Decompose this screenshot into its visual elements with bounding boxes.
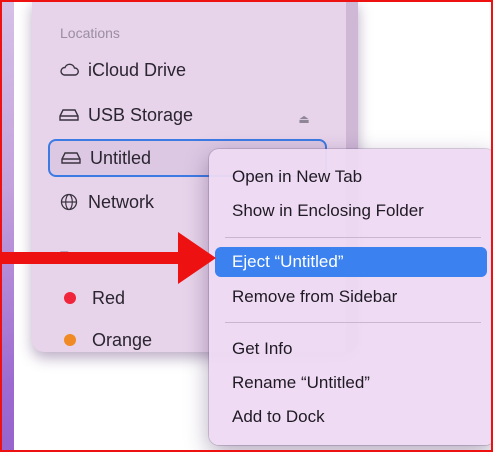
menu-item-open-in-new-tab[interactable]: Open in New Tab xyxy=(215,162,487,192)
context-menu: Open in New Tab Show in Enclosing Folder… xyxy=(209,149,493,445)
menu-item-add-to-dock[interactable]: Add to Dock xyxy=(215,402,487,432)
menu-item-label: Show in Enclosing Folder xyxy=(232,201,424,220)
menu-item-label: Add to Dock xyxy=(232,407,325,426)
drive-icon xyxy=(60,149,82,167)
red-tag-dot-icon xyxy=(64,292,76,304)
menu-item-show-in-enclosing-folder[interactable]: Show in Enclosing Folder xyxy=(215,196,487,226)
sidebar-item-label: iCloud Drive xyxy=(88,59,187,80)
sidebar-item-label: Untitled xyxy=(90,147,152,168)
sidebar-item-label: USB Storage xyxy=(88,104,194,125)
annotation-arrow-icon xyxy=(0,232,216,284)
menu-item-label: Open in New Tab xyxy=(232,167,363,186)
orange-tag-dot-icon xyxy=(64,334,76,346)
menu-item-eject-untitled[interactable]: Eject “Untitled” xyxy=(215,247,487,277)
sidebar-item-icloud-drive[interactable]: iCloud Drive xyxy=(48,53,338,87)
sidebar-item-label: Network xyxy=(88,191,155,212)
menu-item-label: Eject “Untitled” xyxy=(232,252,344,271)
cloud-icon xyxy=(58,61,80,79)
drive-icon xyxy=(58,106,80,124)
menu-separator xyxy=(225,237,481,238)
menu-item-remove-from-sidebar[interactable]: Remove from Sidebar xyxy=(215,282,487,312)
globe-icon xyxy=(58,193,80,211)
menu-separator xyxy=(225,322,481,323)
menu-item-label: Remove from Sidebar xyxy=(232,287,398,306)
menu-item-label: Rename “Untitled” xyxy=(232,373,370,392)
menu-item-get-info[interactable]: Get Info xyxy=(215,334,487,364)
sidebar-item-usb-storage[interactable]: USB Storage xyxy=(48,98,338,132)
menu-item-rename-untitled[interactable]: Rename “Untitled” xyxy=(215,368,487,398)
menu-item-label: Get Info xyxy=(232,339,293,358)
sidebar-tag-label: Red xyxy=(92,287,126,308)
sidebar-tag-label: Orange xyxy=(92,329,153,350)
eject-icon[interactable]: ⏏ xyxy=(297,112,311,126)
locations-header: Locations xyxy=(60,25,120,41)
